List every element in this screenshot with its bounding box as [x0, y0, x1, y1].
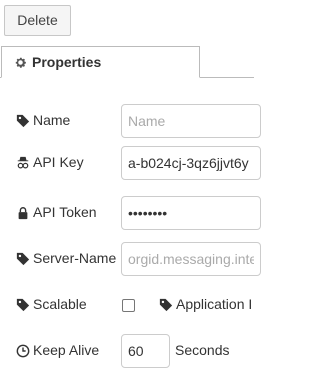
name-row: Name	[0, 104, 261, 138]
keep-alive-input[interactable]: 60	[121, 334, 170, 368]
tab-bar: Properties	[0, 46, 254, 78]
tag-icon	[16, 298, 30, 312]
api-token-input[interactable]: ••••••••	[121, 196, 261, 230]
api-key-input[interactable]: a-b024cj-3qz6jjvt6y	[121, 146, 261, 180]
tab-label: Properties	[32, 54, 102, 70]
keep-alive-unit: Seconds	[175, 342, 230, 358]
clock-icon	[16, 344, 30, 358]
tag-icon	[16, 252, 30, 266]
tag-icon	[159, 298, 173, 312]
keep-alive-label: Keep Alive	[33, 342, 100, 358]
gear-icon	[15, 57, 26, 68]
scalable-label: Scalable	[33, 296, 87, 312]
tag-icon	[16, 114, 30, 128]
tab-properties[interactable]: Properties	[1, 46, 200, 78]
api-token-row: API Token ••••••••	[0, 196, 261, 230]
api-key-row: API Key a-b024cj-3qz6jjvt6y	[0, 146, 261, 180]
keep-alive-row: Keep Alive 60 Seconds	[0, 334, 254, 368]
delete-button[interactable]: Delete	[4, 5, 71, 36]
scalable-checkbox[interactable]	[122, 299, 135, 312]
lock-icon	[18, 207, 28, 220]
scalable-row: Scalable Application I	[0, 288, 254, 322]
name-input[interactable]	[121, 104, 261, 138]
toolbar: Delete	[0, 0, 254, 41]
server-name-input[interactable]	[121, 242, 261, 276]
server-name-row: Server-Name	[0, 242, 261, 276]
name-label: Name	[33, 112, 71, 128]
application-id-label: Application I	[176, 296, 253, 312]
api-key-label: API Key	[33, 154, 84, 170]
api-token-label: API Token	[33, 204, 97, 220]
spy-icon	[17, 156, 29, 169]
server-name-label: Server-Name	[33, 250, 117, 266]
